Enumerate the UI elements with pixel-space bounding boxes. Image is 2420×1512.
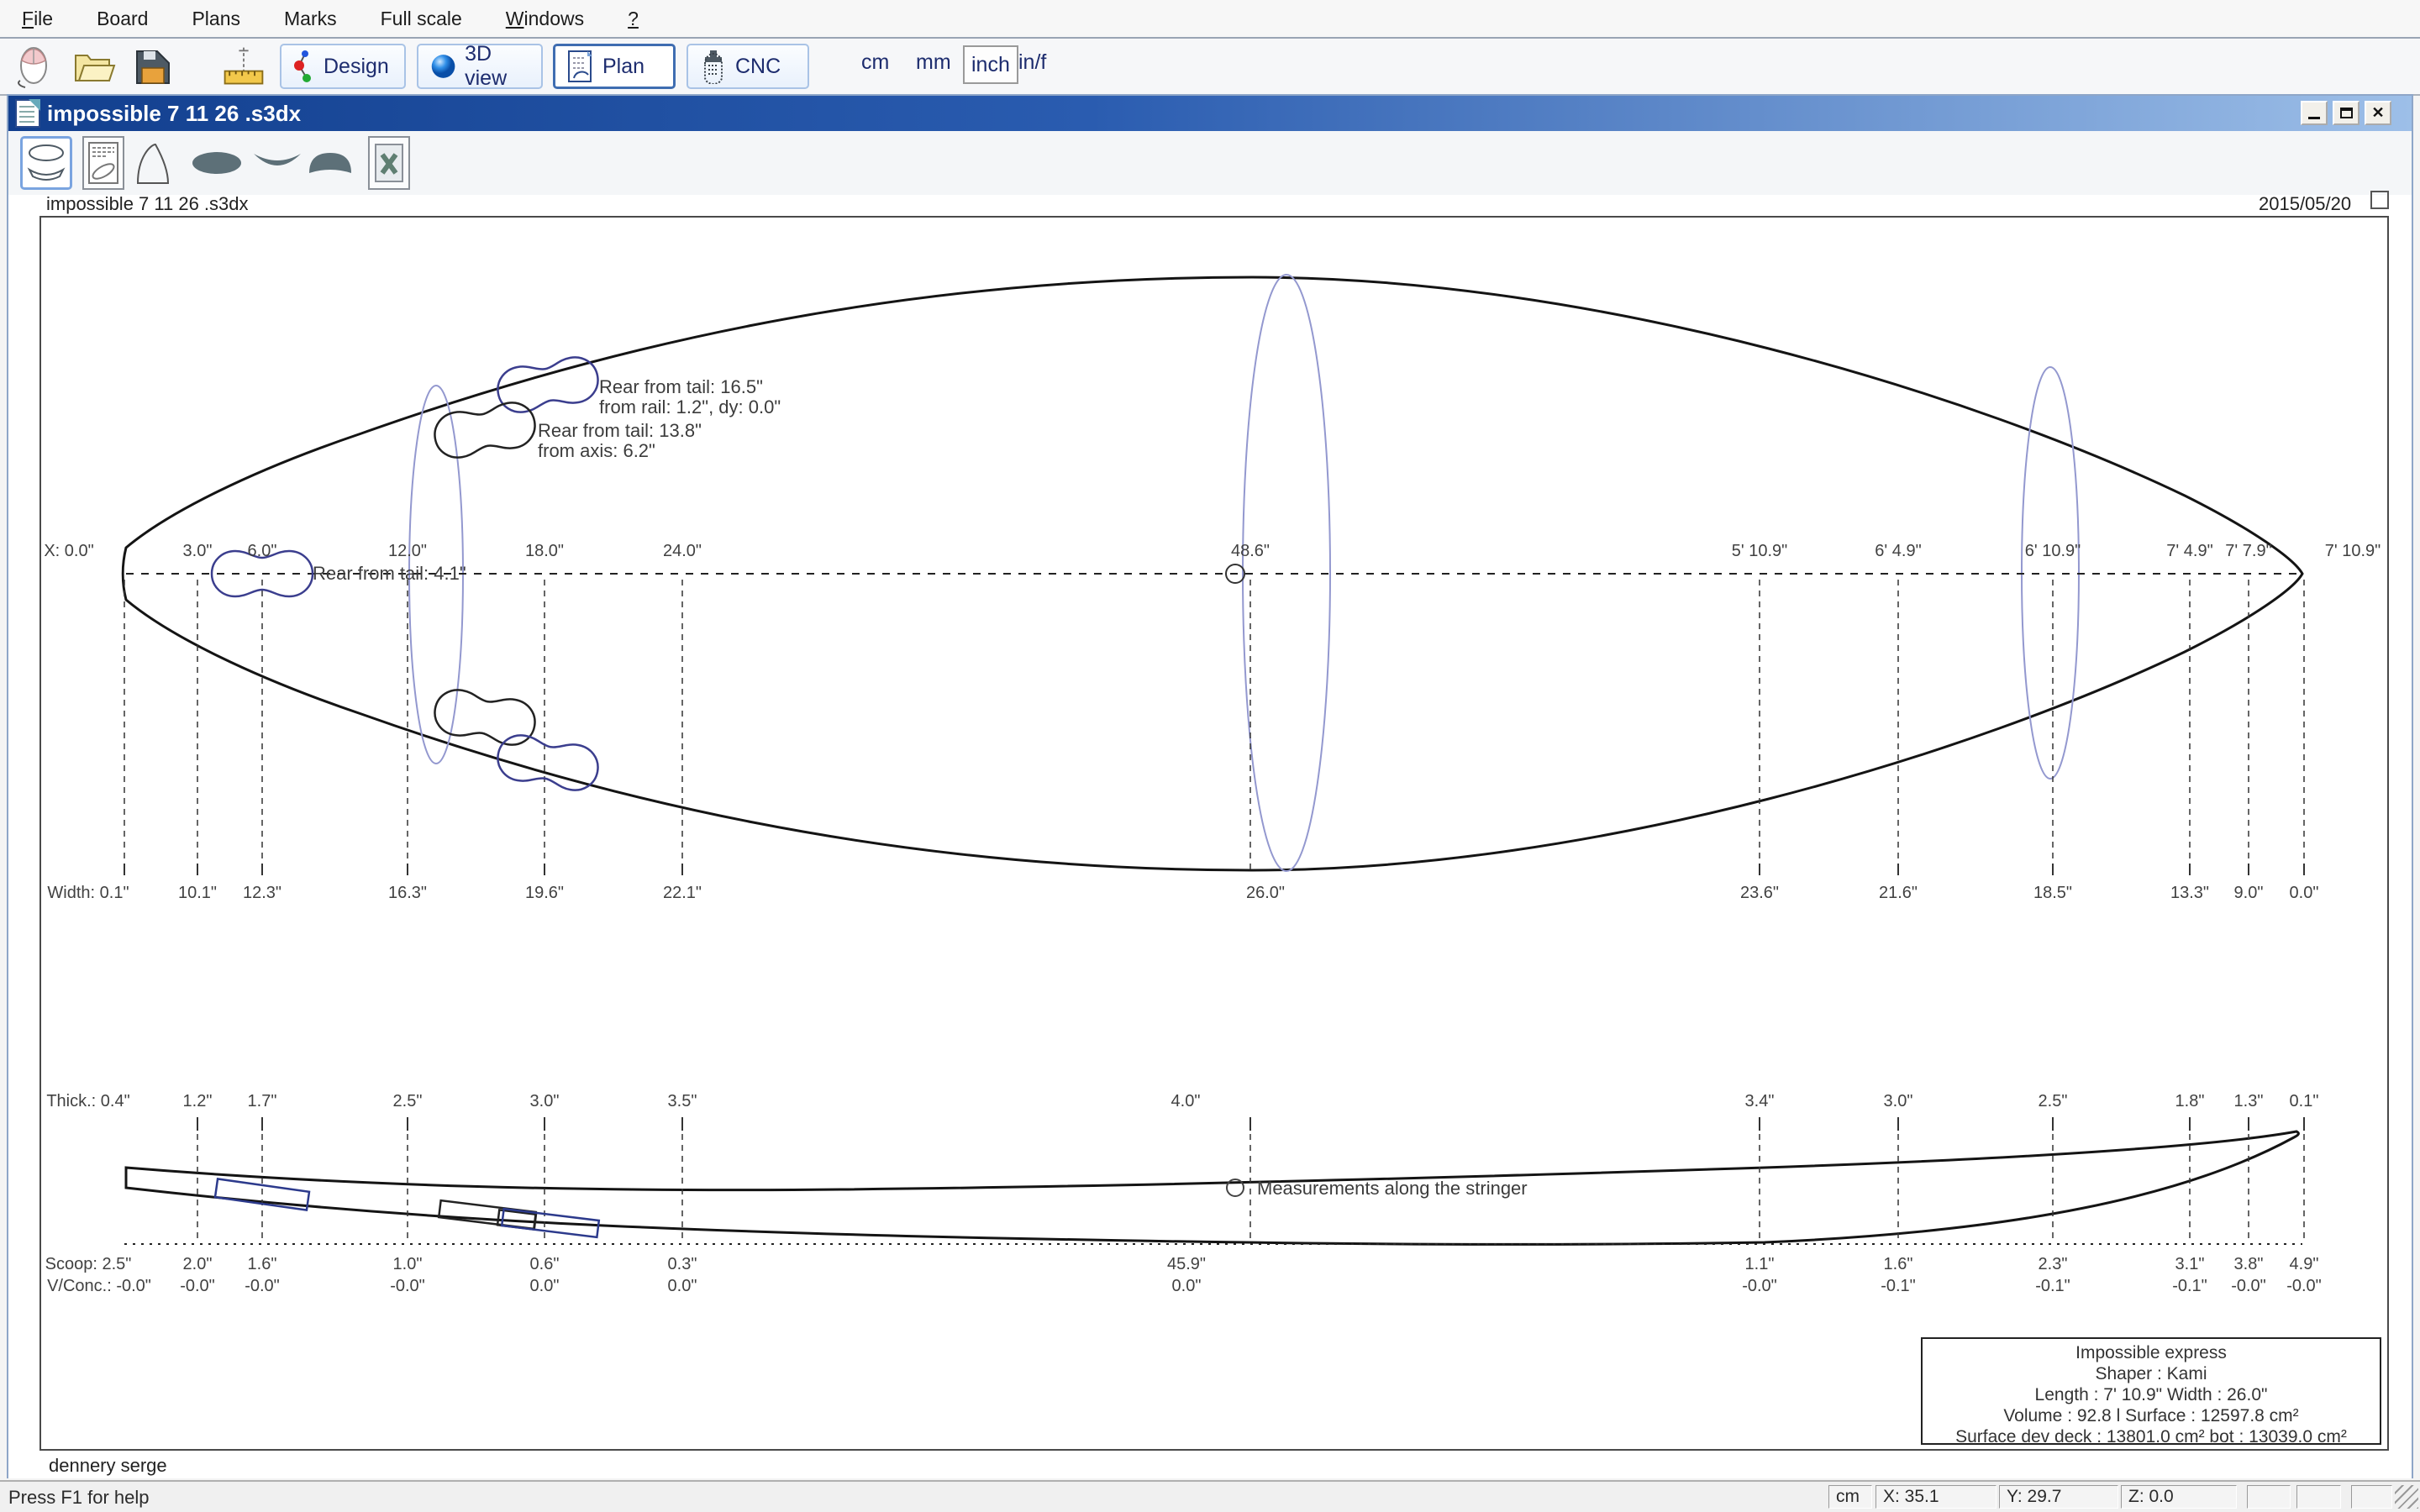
spec-sheet-button[interactable]: [82, 136, 124, 190]
close-button[interactable]: ✕: [2365, 101, 2391, 125]
plan-page-icon: [568, 50, 592, 82]
info-shaper: Shaper : Kami: [2095, 1364, 2207, 1383]
status-unit: cm: [1828, 1485, 1872, 1509]
status-z: Z: 0.0: [2121, 1485, 2237, 1509]
resize-grip[interactable]: [2395, 1485, 2418, 1509]
outline-profile-icon: [27, 144, 66, 181]
design-button[interactable]: Design: [280, 44, 406, 89]
design-nodes-icon: [294, 50, 311, 82]
unit-inch[interactable]: inch: [963, 45, 1018, 84]
export-excel-button[interactable]: [368, 136, 410, 190]
menu-item-board[interactable]: Board: [75, 8, 170, 30]
menu-item-marks[interactable]: Marks: [262, 8, 359, 30]
unit-inf[interactable]: in/f: [1018, 50, 1046, 75]
menu-item-file[interactable]: File: [0, 8, 75, 30]
maximize-button[interactable]: [2333, 101, 2360, 125]
top-view-icon: [192, 152, 241, 174]
section-view-icon: [309, 153, 351, 173]
sheet-footer: dennery serge: [49, 1455, 167, 1476]
outline-profile-view-button[interactable]: [20, 136, 72, 190]
main-toolbar: Design 3D view Plan CNC cm mm inch in/f: [0, 39, 2420, 96]
rocker-view-icon-button[interactable]: [250, 136, 304, 190]
window-title-bar[interactable]: impossible 7 11 26 .s3dx ✕: [8, 96, 2412, 131]
status-empty-1: [2247, 1485, 2291, 1509]
document-icon: [15, 99, 40, 128]
cnc-tool-icon: [704, 50, 723, 84]
rocker-view-icon: [254, 154, 301, 165]
menu-bar: File Board Plans Marks Full scale Window…: [0, 0, 2420, 39]
foil-curve-icon: [136, 143, 170, 184]
menu-item-plans[interactable]: Plans: [170, 8, 262, 30]
excel-icon: [375, 144, 403, 182]
foil-view-button[interactable]: [131, 136, 176, 190]
info-volume-surface: Volume : 92.8 l Surface : 12597.8 cm²: [2003, 1406, 2299, 1425]
top-view-icon-button[interactable]: [187, 136, 247, 190]
section-view-icon-button[interactable]: [304, 136, 356, 190]
sheet-header-title: impossible 7 11 26 .s3dx: [46, 193, 249, 214]
open-folder-icon[interactable]: [71, 42, 118, 91]
plan-button[interactable]: Plan: [553, 44, 676, 89]
spec-sheet-icon: [88, 142, 118, 184]
3d-view-button[interactable]: 3D view: [417, 42, 543, 90]
status-empty-2: [2296, 1485, 2341, 1509]
menu-item-windows[interactable]: Windows: [484, 8, 606, 30]
cnc-button[interactable]: CNC: [687, 44, 809, 89]
menu-item-full-scale[interactable]: Full scale: [359, 8, 484, 30]
mouse-icon[interactable]: [8, 42, 55, 91]
status-bar: Press F1 for help cm X: 35.1 Y: 29.7 Z: …: [0, 1480, 2420, 1512]
save-icon[interactable]: [129, 42, 176, 91]
unit-cm[interactable]: cm: [861, 50, 889, 75]
menu-item-help[interactable]: ?: [606, 8, 660, 30]
help-text: Press F1 for help: [8, 1487, 150, 1508]
status-empty-3: [2351, 1485, 2392, 1509]
board-info-box: Impossible express Shaper : Kami Length …: [1921, 1337, 2381, 1446]
status-x: X: 35.1: [1876, 1485, 1996, 1509]
info-dimensions: Length : 7' 10.9" Width : 26.0": [2034, 1385, 2268, 1404]
ruler-icon[interactable]: [220, 42, 267, 91]
sheet-date: 2015/05/20: [2259, 193, 2352, 214]
sphere-icon: [431, 55, 455, 78]
status-y: Y: 29.7: [1999, 1485, 2118, 1509]
view-toolbar: [8, 131, 2412, 197]
application-window: File Board Plans Marks Full scale Window…: [0, 0, 2420, 1512]
window-title: impossible 7 11 26 .s3dx: [47, 100, 302, 126]
info-board-name: Impossible express: [2075, 1343, 2227, 1362]
unit-mm[interactable]: mm: [916, 50, 951, 75]
minimize-button[interactable]: [2301, 101, 2328, 125]
info-dev-surfaces: Surface dev deck : 13801.0 cm² bot : 130…: [1955, 1427, 2347, 1446]
